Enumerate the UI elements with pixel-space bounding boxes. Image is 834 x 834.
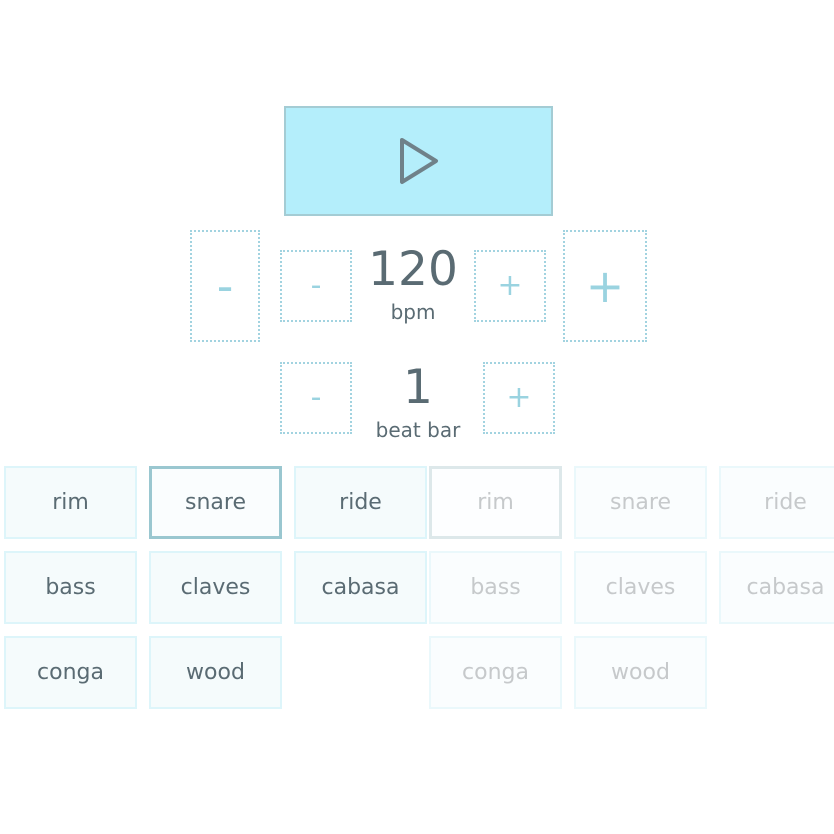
- tempo-readout: 120 bpm: [352, 246, 474, 322]
- instrument-pad-group-disabled: rim snare ride bass claves cabasa conga …: [429, 466, 834, 709]
- instrument-pad-disabled: bass: [429, 551, 562, 624]
- bar-decrease-button[interactable]: -: [280, 362, 352, 434]
- bar-readout: 1 beat bar: [352, 364, 484, 440]
- play-triangle-icon: [396, 135, 442, 187]
- instrument-pad-disabled: snare: [574, 466, 707, 539]
- instrument-pad-disabled: cabasa: [719, 551, 834, 624]
- tempo-value: 120: [368, 242, 458, 297]
- play-button[interactable]: [284, 106, 553, 216]
- tempo-increase-small-button[interactable]: +: [474, 250, 546, 322]
- instrument-pad-disabled: conga: [429, 636, 562, 709]
- instrument-pad-disabled: wood: [574, 636, 707, 709]
- instrument-pad[interactable]: ride: [294, 466, 427, 539]
- tempo-unit-label: bpm: [390, 300, 436, 324]
- tempo-increase-large-button[interactable]: +: [563, 230, 647, 342]
- instrument-pad[interactable]: rim: [4, 466, 137, 539]
- instrument-pad-group-active: rim snare ride bass claves cabasa conga …: [4, 466, 427, 709]
- instrument-pad[interactable]: snare: [149, 466, 282, 539]
- instrument-pad-disabled: ride: [719, 466, 834, 539]
- instrument-pad[interactable]: claves: [149, 551, 282, 624]
- instrument-pad-disabled: rim: [429, 466, 562, 539]
- instrument-pad-disabled: claves: [574, 551, 707, 624]
- bar-unit-label: beat bar: [375, 418, 461, 442]
- instrument-pad[interactable]: cabasa: [294, 551, 427, 624]
- instrument-pad[interactable]: wood: [149, 636, 282, 709]
- instrument-pad[interactable]: conga: [4, 636, 137, 709]
- tempo-decrease-small-button[interactable]: -: [280, 250, 352, 322]
- bar-increase-button[interactable]: +: [483, 362, 555, 434]
- bar-value: 1: [403, 360, 433, 415]
- tempo-decrease-large-button[interactable]: -: [190, 230, 260, 342]
- instrument-pad[interactable]: bass: [4, 551, 137, 624]
